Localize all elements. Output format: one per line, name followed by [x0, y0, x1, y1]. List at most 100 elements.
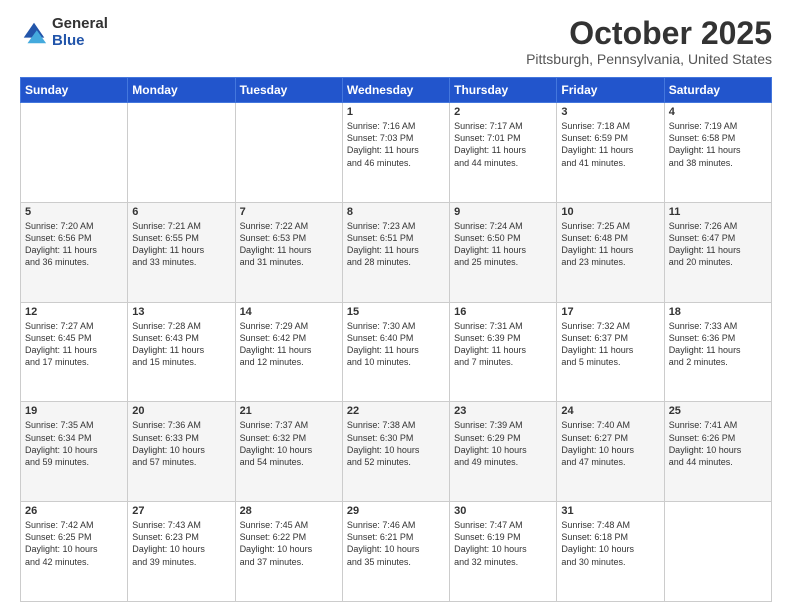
- calendar-cell: 21Sunrise: 7:37 AM Sunset: 6:32 PM Dayli…: [235, 402, 342, 502]
- day-number: 1: [347, 106, 445, 118]
- day-number: 6: [132, 206, 230, 218]
- day-number: 19: [25, 405, 123, 417]
- subtitle: Pittsburgh, Pennsylvania, United States: [526, 51, 772, 67]
- calendar-cell: 17 Sunrise: 7:32 AM Sunset: 6:37 PM Dayli…: [557, 302, 664, 402]
- day-number: 13: [132, 306, 230, 318]
- calendar-cell: 5 Sunrise: 7:20 AM Sunset: 6:56 PM Daylig…: [21, 202, 128, 302]
- cell-content: Sunrise: 7:31 AM Sunset: 6:39 PM Dayligh…: [454, 320, 552, 369]
- day-number: 22: [347, 405, 445, 417]
- calendar-cell: 15 Sunrise: 7:30 AM Sunset: 6:40 PM Dayli…: [342, 302, 449, 402]
- day-header-wednesday: Wednesday: [342, 78, 449, 103]
- cell-content: Sunrise: 7:30 AM Sunset: 6:40 PM Dayligh…: [347, 320, 445, 369]
- day-number: 5: [25, 206, 123, 218]
- logo: General Blue: [20, 16, 108, 49]
- day-number: 11: [669, 206, 767, 218]
- day-number: 25: [669, 405, 767, 417]
- calendar-cell: 16 Sunrise: 7:31 AM Sunset: 6:39 PM Dayli…: [450, 302, 557, 402]
- calendar-cell: 9 Sunrise: 7:24 AM Sunset: 6:50 PM Daylig…: [450, 202, 557, 302]
- cell-content: Sunrise: 7:45 AM Sunset: 6:22 PM Dayligh…: [240, 519, 338, 568]
- calendar-cell: 11 Sunrise: 7:26 AM Sunset: 6:47 PM Dayli…: [664, 202, 771, 302]
- day-number: 28: [240, 505, 338, 517]
- day-header-saturday: Saturday: [664, 78, 771, 103]
- day-number: 3: [561, 106, 659, 118]
- cell-content: Sunrise: 7:46 AM Sunset: 6:21 PM Dayligh…: [347, 519, 445, 568]
- calendar-cell: [235, 103, 342, 203]
- day-number: 26: [25, 505, 123, 517]
- calendar-cell: 10Sunrise: 7:25 AM Sunset: 6:48 PM Dayli…: [557, 202, 664, 302]
- calendar-cell: 1 Sunrise: 7:16 AM Sunset: 7:03 PM Daylig…: [342, 103, 449, 203]
- day-number: 8: [347, 206, 445, 218]
- cell-content: Sunrise: 7:24 AM Sunset: 6:50 PM Dayligh…: [454, 220, 552, 269]
- month-title: October 2025: [526, 16, 772, 51]
- day-number: 15: [347, 306, 445, 318]
- title-block: October 2025 Pittsburgh, Pennsylvania, U…: [526, 16, 772, 67]
- calendar-cell: 20Sunrise: 7:36 AM Sunset: 6:33 PM Dayli…: [128, 402, 235, 502]
- calendar-week-3: 12Sunrise: 7:27 AM Sunset: 6:45 PM Dayli…: [21, 302, 772, 402]
- calendar: SundayMondayTuesdayWednesdayThursdayFrid…: [20, 77, 772, 602]
- cell-content: Sunrise: 7:29 AM Sunset: 6:42 PM Dayligh…: [240, 320, 338, 369]
- cell-content: Sunrise: 7:39 AM Sunset: 6:29 PM Dayligh…: [454, 419, 552, 468]
- cell-content: Sunrise: 7:33 AM Sunset: 6:36 PM Dayligh…: [669, 320, 767, 369]
- cell-content: Sunrise: 7:48 AM Sunset: 6:18 PM Dayligh…: [561, 519, 659, 568]
- calendar-cell: 27Sunrise: 7:43 AM Sunset: 6:23 PM Dayli…: [128, 502, 235, 602]
- day-header-sunday: Sunday: [21, 78, 128, 103]
- calendar-cell: 3Sunrise: 7:18 AM Sunset: 6:59 PM Daylig…: [557, 103, 664, 203]
- calendar-cell: 6 Sunrise: 7:21 AM Sunset: 6:55 PM Daylig…: [128, 202, 235, 302]
- day-number: 12: [25, 306, 123, 318]
- cell-content: Sunrise: 7:20 AM Sunset: 6:56 PM Dayligh…: [25, 220, 123, 269]
- cell-content: Sunrise: 7:40 AM Sunset: 6:27 PM Dayligh…: [561, 419, 659, 468]
- cell-content: Sunrise: 7:41 AM Sunset: 6:26 PM Dayligh…: [669, 419, 767, 468]
- day-number: 18: [669, 306, 767, 318]
- logo-text: General Blue: [52, 16, 108, 49]
- calendar-cell: 12Sunrise: 7:27 AM Sunset: 6:45 PM Dayli…: [21, 302, 128, 402]
- header: General Blue October 2025 Pittsburgh, Pe…: [20, 16, 772, 67]
- day-number: 29: [347, 505, 445, 517]
- cell-content: Sunrise: 7:19 AM Sunset: 6:58 PM Dayligh…: [669, 120, 767, 169]
- cell-content: Sunrise: 7:16 AM Sunset: 7:03 PM Dayligh…: [347, 120, 445, 169]
- calendar-cell: 22Sunrise: 7:38 AM Sunset: 6:30 PM Dayli…: [342, 402, 449, 502]
- calendar-week-5: 26 Sunrise: 7:42 AM Sunset: 6:25 PM Dayli…: [21, 502, 772, 602]
- cell-content: Sunrise: 7:47 AM Sunset: 6:19 PM Dayligh…: [454, 519, 552, 568]
- calendar-week-4: 19Sunrise: 7:35 AM Sunset: 6:34 PM Dayli…: [21, 402, 772, 502]
- calendar-cell: 14Sunrise: 7:29 AM Sunset: 6:42 PM Dayli…: [235, 302, 342, 402]
- day-header-tuesday: Tuesday: [235, 78, 342, 103]
- calendar-cell: 18 Sunrise: 7:33 AM Sunset: 6:36 PM Dayli…: [664, 302, 771, 402]
- day-number: 30: [454, 505, 552, 517]
- logo-icon: [20, 19, 48, 47]
- calendar-cell: 2Sunrise: 7:17 AM Sunset: 7:01 PM Daylig…: [450, 103, 557, 203]
- calendar-cell: 23 Sunrise: 7:39 AM Sunset: 6:29 PM Dayli…: [450, 402, 557, 502]
- calendar-cell: 25 Sunrise: 7:41 AM Sunset: 6:26 PM Dayli…: [664, 402, 771, 502]
- calendar-cell: 24Sunrise: 7:40 AM Sunset: 6:27 PM Dayli…: [557, 402, 664, 502]
- day-number: 17: [561, 306, 659, 318]
- day-number: 21: [240, 405, 338, 417]
- calendar-cell: 29 Sunrise: 7:46 AM Sunset: 6:21 PM Dayli…: [342, 502, 449, 602]
- day-number: 7: [240, 206, 338, 218]
- calendar-week-2: 5 Sunrise: 7:20 AM Sunset: 6:56 PM Daylig…: [21, 202, 772, 302]
- cell-content: Sunrise: 7:28 AM Sunset: 6:43 PM Dayligh…: [132, 320, 230, 369]
- page: General Blue October 2025 Pittsburgh, Pe…: [0, 0, 792, 612]
- cell-content: Sunrise: 7:25 AM Sunset: 6:48 PM Dayligh…: [561, 220, 659, 269]
- day-number: 2: [454, 106, 552, 118]
- calendar-cell: 31 Sunrise: 7:48 AM Sunset: 6:18 PM Dayli…: [557, 502, 664, 602]
- calendar-cell: 19Sunrise: 7:35 AM Sunset: 6:34 PM Dayli…: [21, 402, 128, 502]
- day-number: 31: [561, 505, 659, 517]
- day-number: 23: [454, 405, 552, 417]
- calendar-cell: 30 Sunrise: 7:47 AM Sunset: 6:19 PM Dayli…: [450, 502, 557, 602]
- cell-content: Sunrise: 7:21 AM Sunset: 6:55 PM Dayligh…: [132, 220, 230, 269]
- cell-content: Sunrise: 7:22 AM Sunset: 6:53 PM Dayligh…: [240, 220, 338, 269]
- calendar-cell: 7 Sunrise: 7:22 AM Sunset: 6:53 PM Daylig…: [235, 202, 342, 302]
- day-header-monday: Monday: [128, 78, 235, 103]
- day-number: 4: [669, 106, 767, 118]
- logo-general: General: [52, 16, 108, 33]
- calendar-cell: 8Sunrise: 7:23 AM Sunset: 6:51 PM Daylig…: [342, 202, 449, 302]
- cell-content: Sunrise: 7:32 AM Sunset: 6:37 PM Dayligh…: [561, 320, 659, 369]
- calendar-cell: [128, 103, 235, 203]
- day-number: 9: [454, 206, 552, 218]
- day-header-friday: Friday: [557, 78, 664, 103]
- cell-content: Sunrise: 7:42 AM Sunset: 6:25 PM Dayligh…: [25, 519, 123, 568]
- cell-content: Sunrise: 7:36 AM Sunset: 6:33 PM Dayligh…: [132, 419, 230, 468]
- day-number: 16: [454, 306, 552, 318]
- day-header-thursday: Thursday: [450, 78, 557, 103]
- calendar-cell: 13 Sunrise: 7:28 AM Sunset: 6:43 PM Dayli…: [128, 302, 235, 402]
- cell-content: Sunrise: 7:26 AM Sunset: 6:47 PM Dayligh…: [669, 220, 767, 269]
